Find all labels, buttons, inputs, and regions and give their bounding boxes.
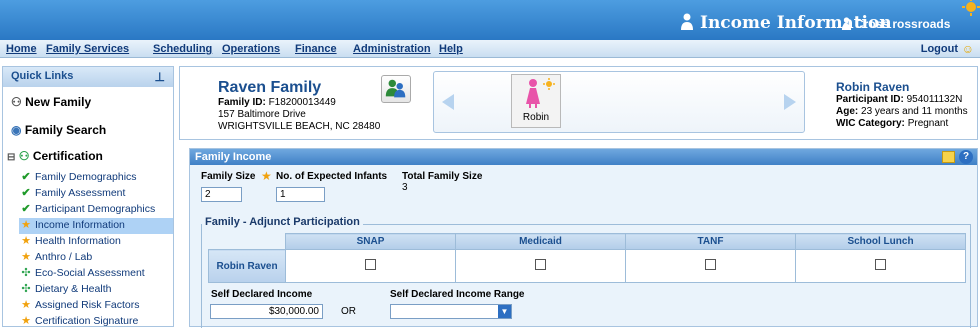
row-header-participant: Robin Raven: [208, 249, 286, 283]
carousel-prev-arrow[interactable]: [442, 94, 454, 110]
family-income-titlebar: Family Income ?: [190, 149, 977, 165]
tanf-checkbox[interactable]: [705, 259, 716, 270]
sidebar-item-family-demographics[interactable]: ✔ Family Demographics: [19, 170, 136, 186]
check-icon: ✔: [21, 203, 31, 215]
user-name: Cross rossroads: [855, 17, 951, 31]
self-declared-income-label: Self Declared Income: [211, 289, 313, 300]
column-header-medicaid: Medicaid: [455, 233, 626, 250]
eco-icon: ✣: [21, 267, 31, 279]
family-address-1: 157 Baltimore Drive: [218, 109, 306, 120]
menu-operations[interactable]: Operations: [222, 43, 280, 55]
menu-help[interactable]: Help: [439, 43, 463, 55]
menu-finance[interactable]: Finance: [295, 43, 337, 55]
table-row: Robin Raven: [208, 249, 966, 283]
snap-cell: [285, 249, 456, 283]
logout-icon[interactable]: ☺: [962, 42, 974, 56]
sidebar-item-dietary-health[interactable]: ✣ Dietary & Health: [19, 282, 111, 298]
family-income-panel: Family Income ? Family Size ★ No. of Exp…: [189, 148, 978, 328]
star-icon: ★: [261, 169, 272, 183]
adjunct-participation-legend: Family - Adjunct Participation: [202, 216, 363, 228]
participant-wic-category: WIC Category: Pregnant: [836, 118, 949, 129]
sidebar-item-income-information[interactable]: ★ Income Information: [19, 218, 173, 234]
user-icon: [841, 17, 852, 30]
quick-links-header: Quick Links ⊥: [3, 67, 173, 87]
eco-icon: ✣: [21, 283, 31, 295]
sidebar-item-health-information[interactable]: ★ Health Information: [19, 234, 121, 250]
medicaid-checkbox[interactable]: [535, 259, 546, 270]
family-size-input[interactable]: 2: [201, 187, 242, 202]
sidebar-item-family-assessment[interactable]: ✔ Family Assessment: [19, 186, 125, 202]
check-icon: ✔: [21, 187, 31, 199]
income-range-label: Self Declared Income Range: [390, 289, 525, 300]
collapse-icon[interactable]: ⊟: [7, 152, 15, 163]
star-icon: ★: [21, 219, 31, 231]
family-name: Raven Family: [218, 79, 322, 96]
family-member-carousel: Robin: [433, 71, 805, 133]
family-header: Raven Family Family ID: F18200013449 157…: [179, 66, 978, 140]
sun-icon: [962, 0, 980, 16]
star-icon: ★: [21, 299, 31, 311]
or-label: OR: [341, 306, 356, 317]
menu-scheduling[interactable]: Scheduling: [153, 43, 212, 55]
check-icon: ✔: [21, 171, 31, 183]
person-outline-icon: ⚇: [11, 95, 22, 109]
certification-icon: ⚇: [18, 149, 30, 163]
star-icon: ★: [21, 235, 31, 247]
menu-family-services[interactable]: Family Services: [46, 43, 129, 55]
member-name: Robin: [522, 112, 550, 123]
sidebar-item-eco-social-assessment[interactable]: ✣ Eco-Social Assessment: [19, 266, 144, 282]
school-lunch-cell: [795, 249, 966, 283]
certification-section[interactable]: ⊟ ⚇ Certification: [7, 149, 103, 163]
logout-link[interactable]: Logout: [921, 43, 958, 55]
participant-age: Age: 23 years and 11 months: [836, 106, 968, 117]
carousel-next-arrow[interactable]: [784, 94, 796, 110]
member-card-robin[interactable]: Robin: [511, 74, 561, 128]
pregnant-woman-icon: [526, 79, 540, 108]
expected-infants-input[interactable]: 1: [276, 187, 325, 202]
family-address-2: WRIGHTSVILLE BEACH, NC 28480: [218, 121, 381, 132]
income-range-select[interactable]: ▼: [390, 304, 512, 319]
column-header-snap: SNAP: [285, 233, 456, 250]
participant-id: Participant ID: 954011132N: [836, 94, 963, 105]
pin-icon[interactable]: ⊥: [155, 70, 165, 84]
note-icon[interactable]: [942, 151, 955, 163]
search-globe-icon: ◉: [11, 123, 22, 137]
participant-name: Robin Raven: [836, 80, 910, 94]
self-declared-income-input[interactable]: $30,000.00: [210, 304, 323, 319]
sidebar-item-assigned-risk-factors[interactable]: ★ Assigned Risk Factors: [19, 298, 139, 314]
star-icon: ★: [21, 251, 31, 263]
column-header-school-lunch: School Lunch: [795, 233, 966, 250]
column-header-tanf: TANF: [625, 233, 796, 250]
total-family-size-label: Total Family Size: [402, 171, 483, 182]
person-icon: [681, 13, 693, 30]
family-icon: [385, 79, 406, 98]
family-members-button[interactable]: [381, 75, 411, 103]
total-family-size-value: 3: [402, 182, 408, 193]
help-icon[interactable]: ?: [959, 150, 973, 164]
sidebar-item-anthro-lab[interactable]: ★ Anthro / Lab: [19, 250, 92, 266]
medicaid-cell: [455, 249, 626, 283]
adjunct-participation-table: SNAP Medicaid TANF School Lunch Robin Ra…: [208, 233, 966, 283]
table-corner: [208, 233, 286, 250]
new-family-link[interactable]: ⚇ New Family: [11, 95, 91, 109]
family-id: Family ID: F18200013449: [218, 97, 336, 108]
sidebar-item-certification-signature[interactable]: ★ Certification Signature: [19, 314, 138, 327]
sidebar-item-participant-demographics[interactable]: ✔ Participant Demographics: [19, 202, 155, 218]
quick-links-panel: Quick Links ⊥ ⚇ New Family ◉ Family Sear…: [2, 66, 174, 327]
school-lunch-checkbox[interactable]: [875, 259, 886, 270]
family-size-label: Family Size: [201, 171, 256, 182]
menu-home[interactable]: Home: [6, 43, 37, 55]
tanf-cell: [625, 249, 796, 283]
star-icon: ★: [21, 315, 31, 327]
expected-infants-label: No. of Expected Infants: [276, 171, 388, 182]
status-star-icon: [543, 78, 555, 90]
chevron-down-icon[interactable]: ▼: [498, 305, 511, 318]
menu-administration[interactable]: Administration: [353, 43, 431, 55]
family-search-link[interactable]: ◉ Family Search: [11, 123, 106, 137]
main-menu: Home Family Services Scheduling Operatio…: [0, 40, 980, 58]
snap-checkbox[interactable]: [365, 259, 376, 270]
top-banner: Income Information Cross rossroads: [0, 0, 980, 40]
